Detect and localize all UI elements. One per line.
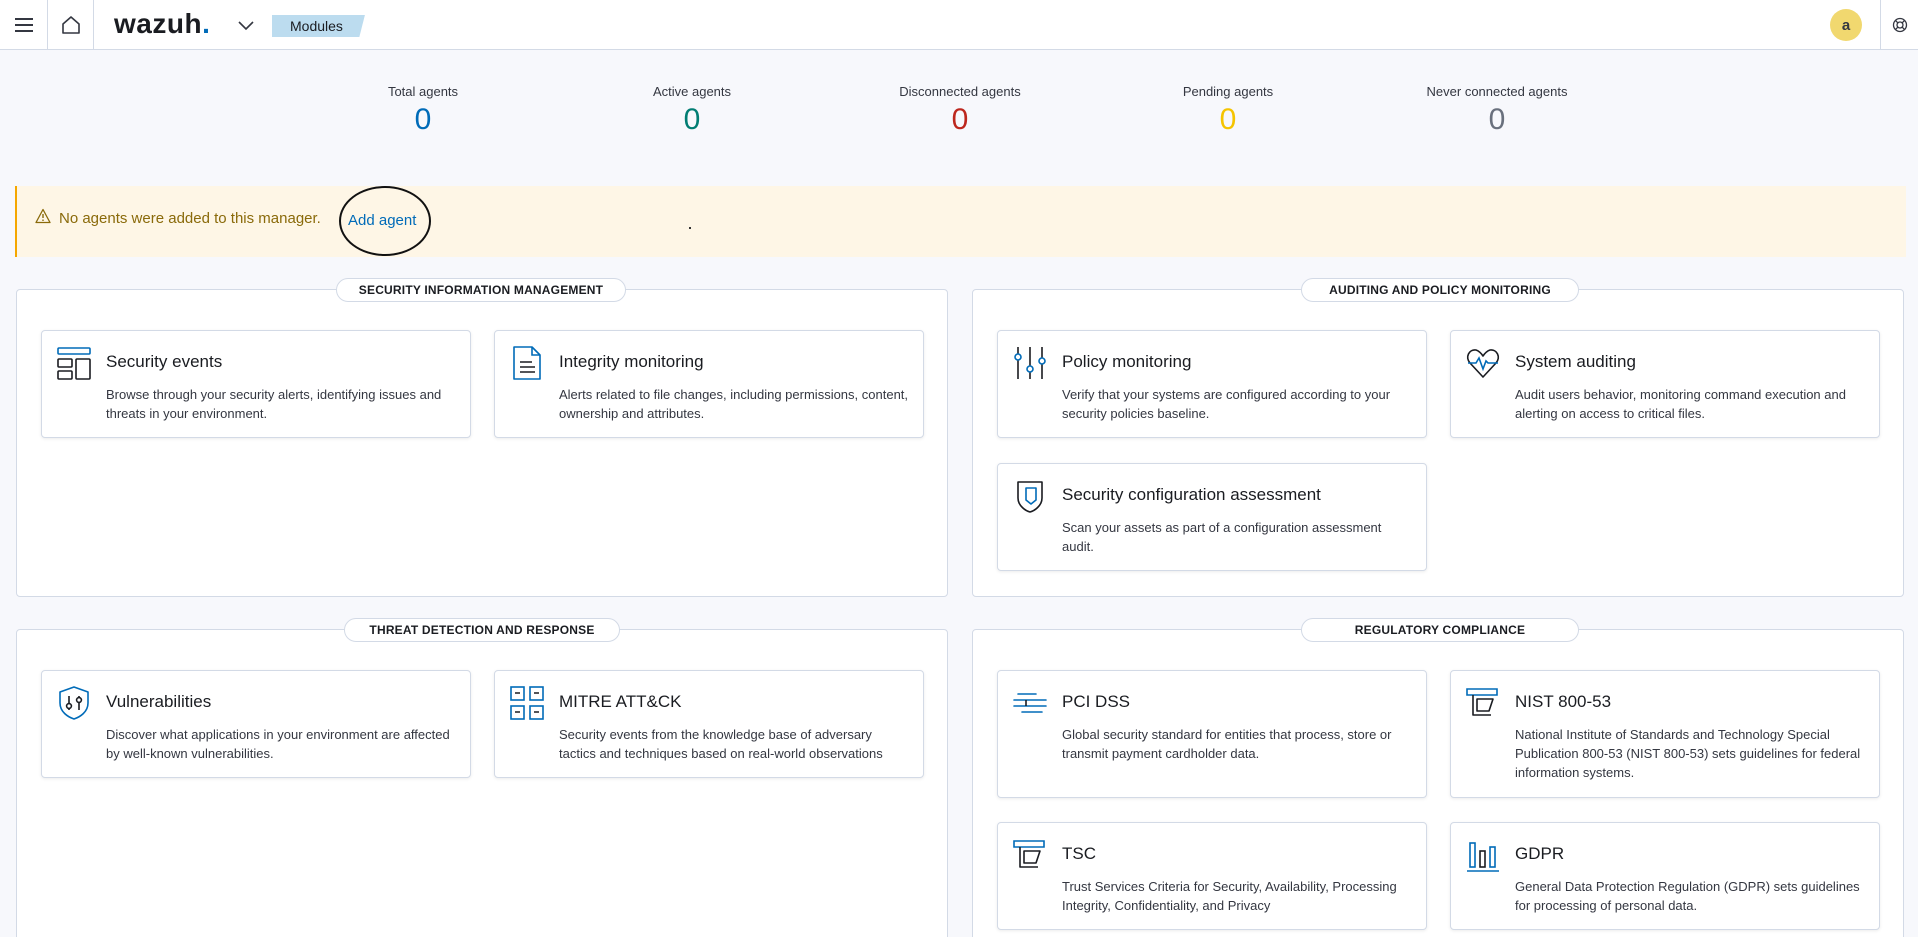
card-title: Policy monitoring <box>1062 352 1192 371</box>
card-title: PCI DSS <box>1062 692 1131 711</box>
panel-auditing-policy-monitoring: AUDITING AND POLICY MONITORING Policy mo… <box>972 278 1904 597</box>
breadcrumb-modules[interactable]: Modules <box>272 15 365 37</box>
stat-value[interactable]: 0 <box>582 105 802 135</box>
card-nist-800-53[interactable]: NIST 800-53 National Institute of Standa… <box>1450 670 1880 798</box>
card-description: National Institute of Standards and Tech… <box>1515 727 1861 780</box>
stat-never-connected-agents[interactable]: Never connected agents 0 <box>1387 84 1607 135</box>
grid-matrix-icon <box>510 686 544 720</box>
panel-title: REGULATORY COMPLIANCE <box>1301 618 1579 642</box>
stat-label: Pending agents <box>1182 84 1274 99</box>
card-title: NIST 800-53 <box>1515 692 1612 711</box>
card-description: Trust Services Criteria for Security, Av… <box>1062 879 1397 913</box>
card-title: System auditing <box>1515 352 1636 371</box>
sliders-icon <box>1014 347 1046 379</box>
panel-title: AUDITING AND POLICY MONITORING <box>1301 278 1579 302</box>
panel-regulatory-compliance: REGULATORY COMPLIANCE PCI DSS Global sec… <box>972 618 1904 937</box>
top-bar: wazuh. Modules a <box>0 0 1918 50</box>
stat-value[interactable]: 0 <box>1387 105 1607 135</box>
stat-pending-agents[interactable]: Pending agents 0 <box>1118 84 1338 135</box>
compliance-stamp-icon <box>1013 840 1045 868</box>
heartbeat-icon <box>1467 349 1499 378</box>
card-title: Security configuration assessment <box>1062 485 1321 504</box>
card-description: Discover what applications in your envir… <box>106 727 450 761</box>
card-title: MITRE ATT&CK <box>559 692 682 711</box>
home-button[interactable] <box>48 0 94 49</box>
menu-button[interactable] <box>0 0 48 49</box>
app-switcher-button[interactable] <box>234 14 258 38</box>
stat-value[interactable]: 0 <box>850 105 1070 135</box>
card-system-auditing[interactable]: System auditing Audit users behavior, mo… <box>1450 330 1880 438</box>
home-icon <box>61 15 80 34</box>
card-title: Integrity monitoring <box>559 352 704 371</box>
card-description: Global security standard for entities th… <box>1062 727 1392 761</box>
stat-disconnected-agents[interactable]: Disconnected agents 0 <box>850 84 1070 135</box>
panel-security-information-management: SECURITY INFORMATION MANAGEMENT Security… <box>16 278 948 597</box>
card-description: Scan your assets as part of a configurat… <box>1062 520 1382 554</box>
stat-label: Active agents <box>652 84 732 99</box>
chevron-down-icon <box>238 21 254 31</box>
panel-threat-detection-response: THREAT DETECTION AND RESPONSE Vulnerabil… <box>16 618 948 937</box>
card-vulnerabilities[interactable]: Vulnerabilities Discover what applicatio… <box>41 670 471 778</box>
security-events-icon <box>57 347 91 380</box>
stat-total-agents[interactable]: Total agents 0 <box>313 84 533 135</box>
callout-message: No agents were added to this manager. <box>59 210 321 227</box>
help-lifebuoy-icon <box>1892 17 1907 32</box>
card-title: Security events <box>106 352 223 371</box>
help-button[interactable] <box>1880 0 1918 49</box>
card-title: TSC <box>1062 844 1096 863</box>
card-gdpr[interactable]: GDPR General Data Protection Regulation … <box>1450 822 1880 930</box>
card-title: GDPR <box>1515 844 1565 863</box>
stat-active-agents[interactable]: Active agents 0 <box>582 84 802 135</box>
document-icon <box>513 346 541 380</box>
hamburger-icon <box>14 17 33 32</box>
bar-chart-icon <box>1467 842 1499 872</box>
card-description: Verify that your systems are configured … <box>1062 387 1391 421</box>
card-pci-dss[interactable]: PCI DSS Global security standard for ent… <box>997 670 1427 798</box>
payment-lines-icon <box>1013 693 1047 713</box>
wazuh-logo[interactable]: wazuh. <box>114 8 210 40</box>
stat-value[interactable]: 0 <box>313 105 533 135</box>
stat-value[interactable]: 0 <box>1118 105 1338 135</box>
card-security-events[interactable]: Security events Browse through your secu… <box>41 330 471 438</box>
panel-title: THREAT DETECTION AND RESPONSE <box>344 618 620 642</box>
card-tsc[interactable]: TSC Trust Services Criteria for Security… <box>997 822 1427 930</box>
card-integrity-monitoring[interactable]: Integrity monitoring Alerts related to f… <box>494 330 924 438</box>
shield-document-icon <box>1017 481 1043 513</box>
shield-icon <box>59 686 89 720</box>
panel-title: SECURITY INFORMATION MANAGEMENT <box>336 278 626 302</box>
cursor-dot <box>689 227 691 229</box>
card-description: Browse through your security alerts, ide… <box>106 387 442 421</box>
compliance-stamp-icon <box>1466 688 1498 716</box>
card-description: Alerts related to file changes, includin… <box>559 387 909 421</box>
card-description: General Data Protection Regulation (GDPR… <box>1515 879 1860 913</box>
card-description: Audit users behavior, monitoring command… <box>1515 387 1846 421</box>
card-security-configuration-assessment[interactable]: Security configuration assessment Scan y… <box>997 463 1427 571</box>
no-agents-callout: No agents were added to this manager. Ad… <box>15 186 1906 257</box>
warning-icon <box>35 208 51 224</box>
card-mitre-attack[interactable]: MITRE ATT&CK Security events from the kn… <box>494 670 924 778</box>
card-title: Vulnerabilities <box>106 692 212 711</box>
stat-label: Total agents <box>387 84 459 99</box>
user-avatar[interactable]: a <box>1830 9 1862 41</box>
add-agent-link[interactable]: Add agent <box>348 212 416 229</box>
card-policy-monitoring[interactable]: Policy monitoring Verify that your syste… <box>997 330 1427 438</box>
stat-label: Disconnected agents <box>899 84 1021 99</box>
card-description: Security events from the knowledge base … <box>559 727 883 761</box>
stat-label: Never connected agents <box>1426 84 1568 99</box>
